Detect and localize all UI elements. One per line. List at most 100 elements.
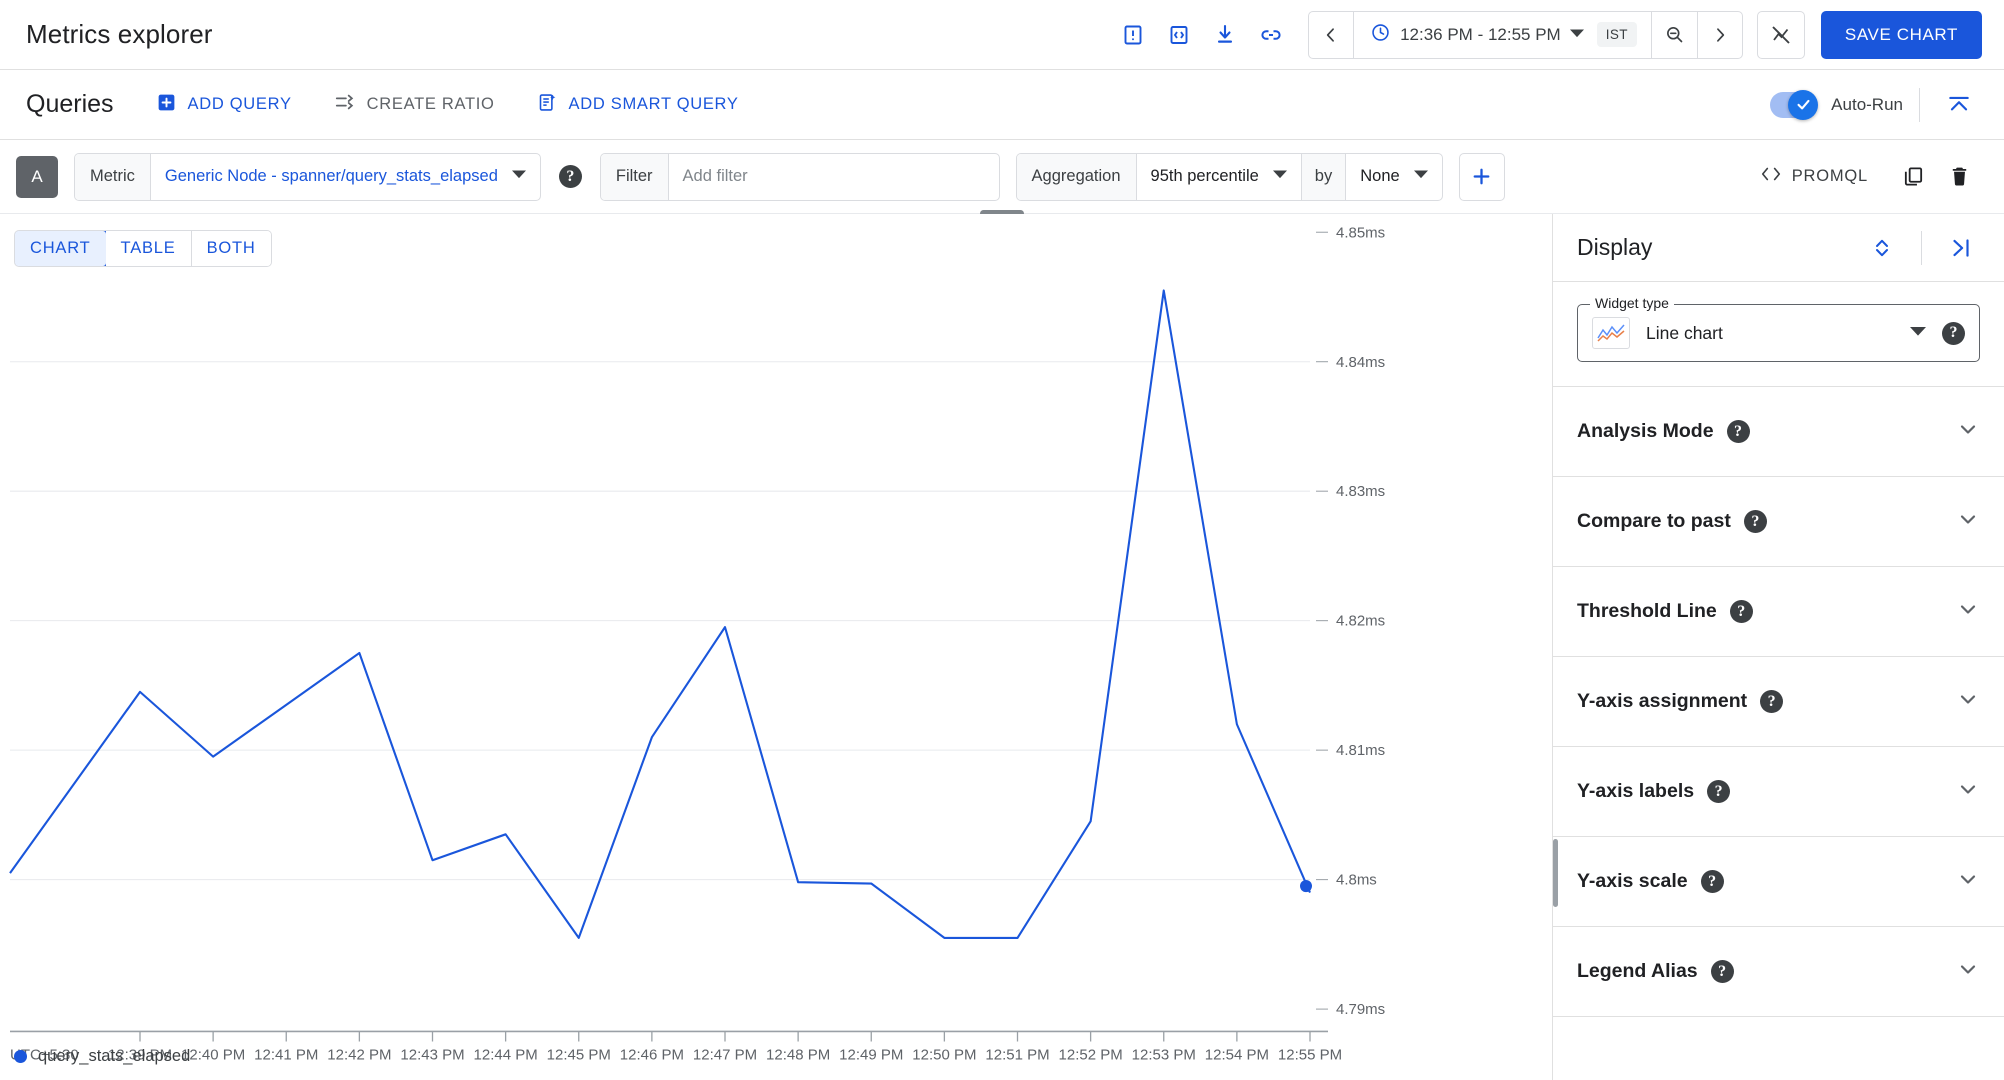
svg-text:12:43 PM: 12:43 PM xyxy=(400,1047,464,1064)
panel-scroll-indicator[interactable] xyxy=(1553,839,1558,907)
auto-run-toggle[interactable] xyxy=(1770,89,1819,120)
widget-type-help-icon[interactable]: ? xyxy=(1942,321,1965,345)
section-label: Threshold Line xyxy=(1577,600,1717,622)
widget-type-legend: Widget type xyxy=(1590,295,1674,311)
metric-select[interactable]: Generic Node - spanner/query_stats_elaps… xyxy=(151,154,540,200)
section-label: Compare to past xyxy=(1577,510,1731,532)
svg-text:12:52 PM: 12:52 PM xyxy=(1059,1047,1123,1064)
svg-text:4.84ms: 4.84ms xyxy=(1336,354,1385,371)
add-smart-query-label: ADD SMART QUERY xyxy=(568,95,739,113)
display-section-threshold-line[interactable]: Threshold Line? xyxy=(1553,567,2004,657)
section-help-icon[interactable]: ? xyxy=(1710,960,1734,983)
chevron-down-icon xyxy=(1569,25,1584,45)
metrics-explorer-app: Metrics explorer 12:36 PM - 12:55 PM IST… xyxy=(0,0,2004,1080)
display-panel-header: Display xyxy=(1553,214,2004,282)
section-help-icon[interactable]: ? xyxy=(1729,600,1753,623)
section-help-icon[interactable]: ? xyxy=(1700,870,1724,893)
metric-help-icon[interactable]: ? xyxy=(558,165,582,188)
chart-legend[interactable]: query_stats_elapsed xyxy=(14,1047,190,1066)
section-help-icon[interactable]: ? xyxy=(1743,510,1767,533)
section-label: Y-axis scale xyxy=(1577,870,1688,892)
add-query-label: ADD QUERY xyxy=(187,95,292,113)
view-mode-tabs[interactable]: CHART TABLE BOTH xyxy=(14,230,272,267)
svg-text:12:40 PM: 12:40 PM xyxy=(181,1047,245,1064)
display-title: Display xyxy=(1577,234,1653,260)
collapse-all-icon[interactable] xyxy=(1936,82,1982,128)
top-toolbar: Metrics explorer 12:36 PM - 12:55 PM IST… xyxy=(0,0,2004,70)
legend-label: query_stats_elapsed xyxy=(38,1047,191,1065)
display-section-analysis-mode[interactable]: Analysis Mode? xyxy=(1553,387,2004,477)
download-icon[interactable] xyxy=(1202,12,1248,58)
create-ratio-label: CREATE RATIO xyxy=(366,95,495,113)
svg-text:12:55 PM: 12:55 PM xyxy=(1278,1047,1342,1064)
unfold-more-icon[interactable] xyxy=(1859,225,1905,271)
aggregation-field[interactable]: Aggregation 95th percentile by None xyxy=(1015,152,1443,201)
aggregation-select[interactable]: 95th percentile xyxy=(1137,154,1301,200)
svg-text:4.85ms: 4.85ms xyxy=(1336,224,1385,241)
metric-field[interactable]: Metric Generic Node - spanner/query_stat… xyxy=(74,152,541,201)
chart-y-axis-labels: 4.85ms 4.84ms 4.83ms 4.82ms 4.81ms 4.8ms 4.79m… xyxy=(1316,224,1385,1018)
promql-button[interactable]: PROMQL xyxy=(1760,165,1868,188)
svg-text:12:41 PM: 12:41 PM xyxy=(254,1047,318,1064)
svg-text:12:50 PM: 12:50 PM xyxy=(912,1047,976,1064)
time-prev-button[interactable] xyxy=(1309,12,1353,58)
widget-type-value: Line chart xyxy=(1646,322,1723,343)
toggle-knob xyxy=(1788,89,1819,120)
chevron-down-icon xyxy=(1956,867,1980,896)
svg-text:4.81ms: 4.81ms xyxy=(1336,742,1385,759)
chart-x-axis-labels: UTC+5:30 12:39 PM 12:40 PM 12:41 PM 12:42 PM… xyxy=(10,1047,1342,1064)
query-row-a: A Metric Generic Node - spanner/query_st… xyxy=(0,140,2004,217)
display-sections: Analysis Mode? Compare to past? Threshold … xyxy=(1553,387,2004,1017)
display-section-y-axis-assignment[interactable]: Y-axis assignment? xyxy=(1553,657,2004,747)
section-help-icon[interactable]: ? xyxy=(1726,420,1750,443)
line-chart[interactable]: 4.85ms 4.84ms 4.83ms 4.82ms 4.81ms 4.8ms 4.79m… xyxy=(0,214,1552,1080)
chart-gridlines xyxy=(10,361,1310,881)
tab-chart[interactable]: CHART xyxy=(14,231,107,266)
display-section-y-axis-scale[interactable]: Y-axis scale? xyxy=(1553,837,2004,927)
delete-query-icon[interactable] xyxy=(1936,154,1982,200)
page-title: Metrics explorer xyxy=(26,19,213,49)
svg-text:12:46 PM: 12:46 PM xyxy=(620,1047,684,1064)
code-icon[interactable] xyxy=(1156,12,1202,58)
add-smart-query-button[interactable]: ADD SMART QUERY xyxy=(535,86,741,124)
duplicate-query-icon[interactable] xyxy=(1890,154,1936,200)
section-help-icon[interactable]: ? xyxy=(1760,690,1784,713)
filter-label: Filter xyxy=(600,153,669,200)
groupby-select[interactable]: None xyxy=(1346,154,1441,200)
time-next-button[interactable] xyxy=(1698,12,1742,58)
tab-table[interactable]: TABLE xyxy=(105,231,192,266)
section-help-icon[interactable]: ? xyxy=(1707,780,1731,803)
chart-pane: CHART TABLE BOTH 4.85ms 4.84ms 4.83ms 4.82m… xyxy=(0,214,1552,1080)
create-ratio-button[interactable]: CREATE RATIO xyxy=(332,85,497,124)
display-section-y-axis-labels[interactable]: Y-axis labels? xyxy=(1553,747,2004,837)
tab-both[interactable]: BOTH xyxy=(191,231,271,266)
save-chart-button[interactable]: SAVE CHART xyxy=(1820,10,1982,59)
query-badge[interactable]: A xyxy=(16,155,58,198)
annotation-icon[interactable] xyxy=(1110,12,1156,58)
display-section-compare-to-past[interactable]: Compare to past? xyxy=(1553,477,2004,567)
add-aggregation-button[interactable] xyxy=(1458,152,1505,201)
display-header-divider xyxy=(1921,230,1922,265)
series-line-query-stats-elapsed xyxy=(9,289,1311,939)
widget-type-select[interactable]: Widget type Line chart ? xyxy=(1577,295,1980,362)
add-box-icon xyxy=(156,92,177,118)
chevron-down-icon xyxy=(1413,167,1428,186)
auto-run-toggle-group[interactable]: Auto-Run xyxy=(1770,89,1903,120)
reset-zoom-icon[interactable] xyxy=(1756,10,1805,59)
add-query-button[interactable]: ADD QUERY xyxy=(154,86,294,124)
filter-field[interactable]: Filter Add filter xyxy=(599,152,1000,201)
svg-text:12:49 PM: 12:49 PM xyxy=(839,1047,903,1064)
time-range-value[interactable]: 12:36 PM - 12:55 PM IST xyxy=(1354,12,1651,58)
zoom-out-icon[interactable] xyxy=(1652,12,1697,58)
metric-label: Metric xyxy=(75,153,151,200)
timezone-chip[interactable]: IST xyxy=(1596,22,1637,47)
svg-text:12:45 PM: 12:45 PM xyxy=(547,1047,611,1064)
filter-input[interactable]: Add filter xyxy=(669,154,999,200)
panel-collapse-icon[interactable] xyxy=(1938,225,1984,271)
link-icon[interactable] xyxy=(1248,12,1294,58)
display-section-legend-alias[interactable]: Legend Alias? xyxy=(1553,927,2004,1017)
legend-color-dot xyxy=(14,1050,27,1063)
time-range-picker[interactable]: 12:36 PM - 12:55 PM IST xyxy=(1308,10,1743,59)
svg-text:12:53 PM: 12:53 PM xyxy=(1132,1047,1196,1064)
by-label: by xyxy=(1300,153,1347,200)
